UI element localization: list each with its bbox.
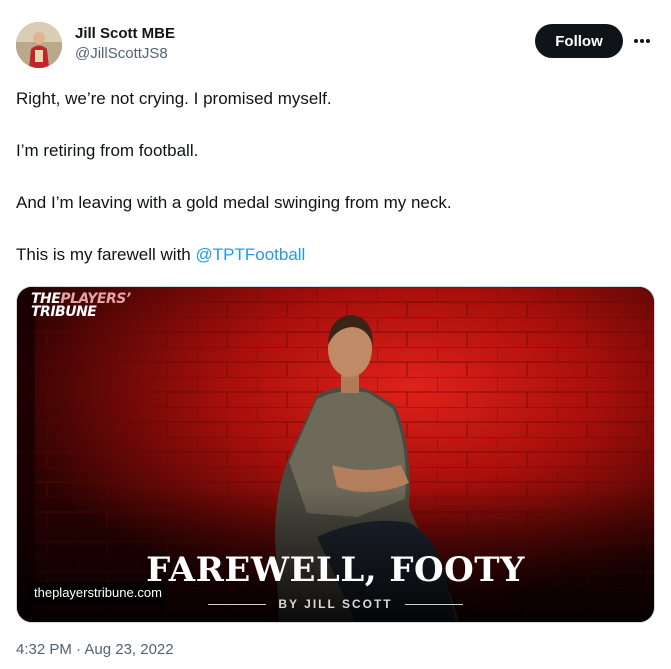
- players-tribune-logo: THEPLAYERS’ TRIBUNE: [31, 292, 131, 320]
- user-handle[interactable]: @JillScottJS8: [75, 44, 175, 64]
- display-name[interactable]: Jill Scott MBE: [75, 24, 175, 44]
- more-horizontal-icon: [634, 39, 650, 43]
- logo-text-tribune: TRIBUNE: [31, 304, 97, 320]
- more-options-button[interactable]: [630, 30, 654, 52]
- media-card[interactable]: THEPLAYERS’ TRIBUNE FAREWELL, FOOTY BY JI…: [16, 286, 655, 623]
- tweet-paragraph: And I’m leaving with a gold medal swingi…: [16, 193, 452, 212]
- tweet-paragraph: I’m retiring from football.: [16, 141, 199, 160]
- farewell-text: This is my farewell with: [16, 245, 196, 264]
- mention-link[interactable]: @TPTFootball: [195, 245, 305, 264]
- tweet-timestamp[interactable]: 4:32 PM · Aug 23, 2022: [16, 640, 174, 660]
- byline-text: BY JILL SCOTT: [278, 597, 393, 611]
- tweet-paragraph-last: This is my farewell with @TPTFootball: [16, 242, 646, 268]
- media-url-link[interactable]: theplayerstribune.com: [29, 583, 167, 603]
- byline-rule-right: [404, 604, 463, 606]
- byline-rule-left: [208, 604, 267, 606]
- avatar[interactable]: [16, 22, 62, 68]
- avatar-image: [16, 22, 62, 68]
- tweet-text: Right, we’re not crying. I promised myse…: [16, 86, 646, 268]
- follow-button[interactable]: Follow: [535, 24, 623, 58]
- tweet-card: Jill Scott MBE @JillScottJS8 Follow Righ…: [0, 0, 671, 669]
- user-info: Jill Scott MBE @JillScottJS8: [75, 24, 175, 64]
- tweet-paragraph: Right, we’re not crying. I promised myse…: [16, 89, 332, 108]
